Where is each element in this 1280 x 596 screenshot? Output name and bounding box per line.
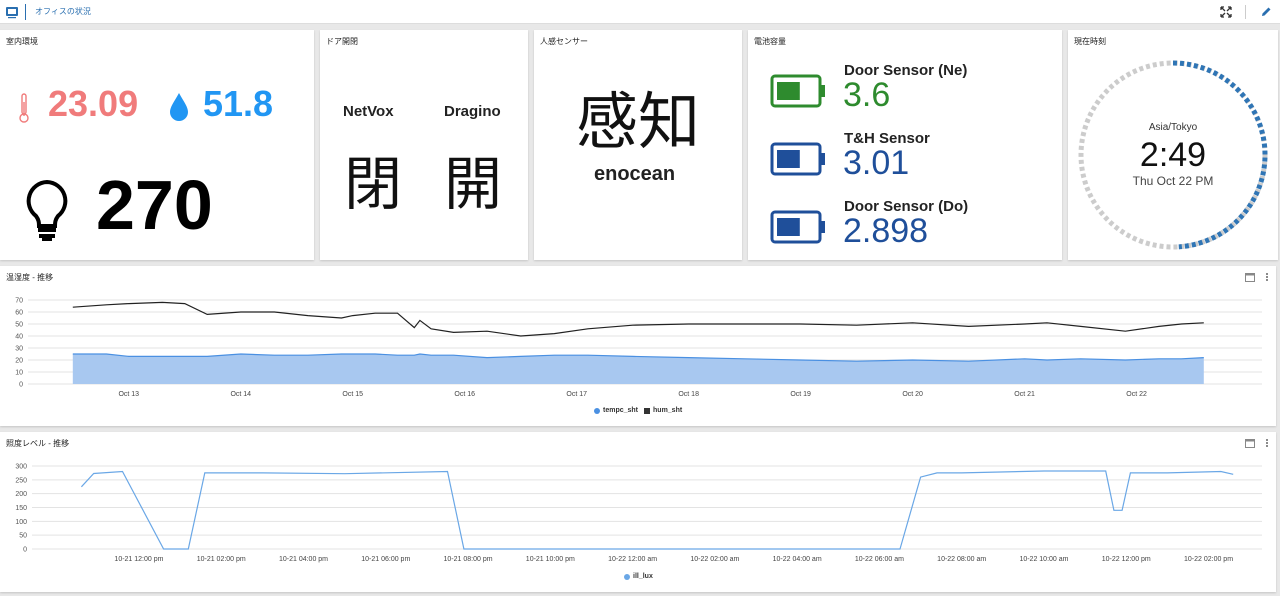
toolbar-separator <box>1245 5 1246 19</box>
chart-panel-temp-hum: 温湿度 - 推移 0 10 20 30 40 50 60 70 Oct 13 Oct 14 Oct … <box>0 266 1276 426</box>
y-tick-label: 30 <box>15 346 23 353</box>
motion-vendor: enocean <box>594 163 676 185</box>
x-tick-label: 10-21 12:00 pm <box>114 556 163 563</box>
battery-row: Door Sensor (Ne) 3.6 <box>748 62 1062 126</box>
card-title: ドア開閉 <box>326 37 358 46</box>
door-sensor-name: NetVox <box>343 103 394 120</box>
card-title: 電池容量 <box>754 37 786 46</box>
header-separator <box>25 4 26 20</box>
page-title: オフィスの状況 <box>35 7 91 16</box>
battery-icon <box>770 210 825 244</box>
card-clock: 現在時刻 Asia/Tokyo 2:49 Thu Oct 22 PM <box>1068 30 1278 260</box>
chart-legend: tempc_sht hum_sht <box>594 407 688 414</box>
x-tick-label: 10-22 12:00 am <box>608 556 657 563</box>
x-tick-label: 10-22 08:00 am <box>937 556 986 563</box>
card-title: 現在時刻 <box>1074 37 1106 46</box>
thermometer-icon <box>19 93 29 123</box>
y-tick-label: 20 <box>15 358 23 365</box>
chart-legend: ill_lux <box>624 573 659 580</box>
temp-hum-chart: 0 10 20 30 40 50 60 70 Oct 13 Oct 14 Oct 15 Oct 16 O… <box>15 298 1262 398</box>
door-sensor-name: Dragino <box>444 103 501 120</box>
clock-time: 2:49 <box>1139 136 1207 174</box>
legend-label: hum_sht <box>653 407 683 414</box>
battery-value: 3.01 <box>843 144 910 182</box>
light-bulb-icon <box>26 179 68 241</box>
series-line-ill_lux <box>80 470 1234 550</box>
y-tick-label: 250 <box>15 477 27 484</box>
motion-state: 感知 <box>576 88 701 157</box>
edit-pencil-icon[interactable] <box>1258 4 1274 20</box>
y-tick-label: 10 <box>15 370 23 377</box>
battery-icon <box>770 74 825 108</box>
x-tick-label: 10-22 02:00 pm <box>1184 556 1233 563</box>
clock-date: Thu Oct 22 PM <box>1132 174 1214 188</box>
x-tick-label: Oct 21 <box>1014 391 1035 398</box>
y-tick-label: 70 <box>15 298 23 305</box>
x-tick-label: 10-22 10:00 am <box>1019 556 1068 563</box>
x-tick-label: 10-21 04:00 pm <box>279 556 328 563</box>
y-tick-label: 100 <box>15 519 27 526</box>
y-tick-label: 150 <box>15 505 27 512</box>
water-drop-icon <box>170 93 188 121</box>
x-tick-label: Oct 14 <box>230 391 251 398</box>
humidity-value: 51.8 <box>203 83 274 124</box>
x-tick-label: 10-21 10:00 pm <box>526 556 575 563</box>
y-tick-label: 300 <box>15 464 27 471</box>
legend-item-ill[interactable]: ill_lux <box>624 573 653 580</box>
legend-label: ill_lux <box>633 573 653 580</box>
x-tick-label: 10-21 02:00 pm <box>197 556 246 563</box>
battery-row: T&H Sensor 3.01 <box>748 130 1062 194</box>
x-tick-label: Oct 19 <box>790 391 811 398</box>
card-battery: 電池容量 Door Sensor (Ne) 3.6 T&H Sensor 3.01 Do… <box>748 30 1062 260</box>
chart-panel-illuminance: 照度レベル - 推移 0 50 100 150 200 250 300 10-21 12:00… <box>0 432 1276 592</box>
card-door: ドア開閉 NetVox Dragino 閉 開 <box>320 30 528 260</box>
top-bar: オフィスの状況 <box>0 0 1280 24</box>
door-state: 開 <box>444 152 503 217</box>
clock-timezone: Asia/Tokyo <box>1148 122 1198 133</box>
y-tick-label: 60 <box>15 310 23 317</box>
legend-item-hum[interactable]: hum_sht <box>644 407 682 414</box>
series-line-hum_sht <box>72 301 1204 337</box>
door-state: 閉 <box>344 152 403 217</box>
y-tick-label: 0 <box>23 547 27 554</box>
y-tick-label: 40 <box>15 334 23 341</box>
x-tick-label: Oct 18 <box>678 391 699 398</box>
illuminance-value: 270 <box>96 166 213 244</box>
series-area-tempc_sht <box>72 354 1204 384</box>
x-tick-label: 10-21 08:00 pm <box>444 556 493 563</box>
illuminance-chart: 0 50 100 150 200 250 300 10-21 12:00 pm 10-21 02… <box>15 464 1262 563</box>
y-tick-label: 0 <box>19 382 23 389</box>
y-tick-label: 50 <box>15 322 23 329</box>
x-tick-label: 10-22 06:00 am <box>855 556 904 563</box>
y-tick-label: 200 <box>15 491 27 498</box>
menu-icon[interactable] <box>5 5 19 19</box>
legend-item-tempc[interactable]: tempc_sht <box>594 407 638 414</box>
temperature-value: 23.09 <box>48 83 139 124</box>
battery-row: Door Sensor (Do) 2.898 <box>748 198 1062 262</box>
x-tick-label: 10-22 02:00 am <box>690 556 739 563</box>
x-tick-label: 10-21 06:00 pm <box>361 556 410 563</box>
battery-value: 2.898 <box>843 212 929 250</box>
x-tick-label: Oct 16 <box>454 391 475 398</box>
x-tick-label: Oct 20 <box>902 391 923 398</box>
card-motion: 人感センサー 感知 enocean <box>534 30 742 260</box>
card-title: 室内環境 <box>6 37 38 46</box>
battery-icon <box>770 142 825 176</box>
y-tick-label: 50 <box>19 533 27 540</box>
card-title: 人感センサー <box>540 37 588 46</box>
x-tick-label: Oct 13 <box>118 391 139 398</box>
x-tick-label: Oct 22 <box>1126 391 1147 398</box>
x-tick-label: 10-22 12:00 pm <box>1102 556 1151 563</box>
battery-value: 3.6 <box>843 76 891 114</box>
legend-label: tempc_sht <box>603 407 639 414</box>
x-tick-label: Oct 15 <box>342 391 363 398</box>
x-tick-label: Oct 17 <box>566 391 587 398</box>
fullscreen-icon[interactable] <box>1218 4 1234 20</box>
x-tick-label: 10-22 04:00 am <box>773 556 822 563</box>
card-indoor: 室内環境 23.09 51.8 270 <box>0 30 314 260</box>
